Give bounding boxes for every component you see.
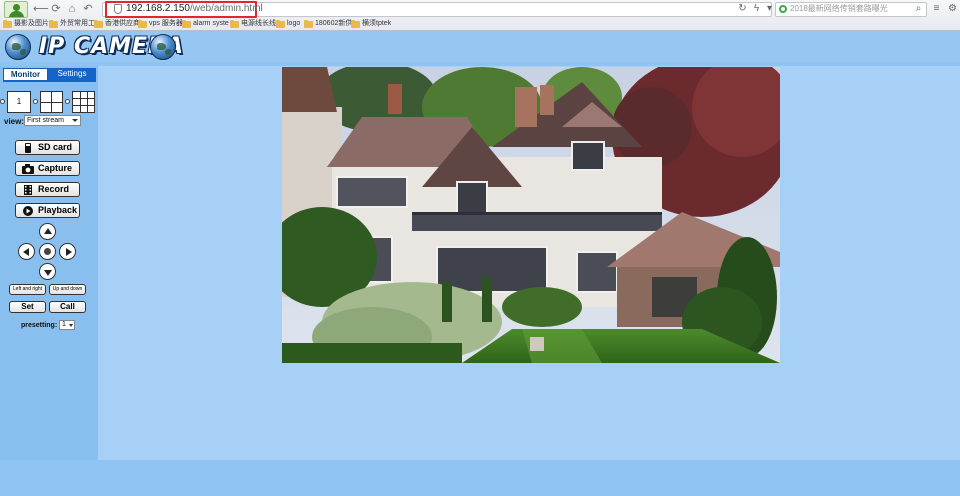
folder-icon (351, 20, 360, 28)
dropdown-arrow-icon[interactable]: ▾ (764, 3, 775, 14)
layout-nine-view[interactable] (72, 91, 95, 113)
folder-icon (3, 20, 12, 28)
arrow-left-icon (23, 248, 29, 256)
layout-quad-view[interactable] (40, 91, 63, 113)
chevron-down-icon (69, 324, 73, 327)
globe-logo-icon (150, 34, 176, 60)
playback-button[interactable]: Playback (15, 203, 80, 218)
bookmark-item[interactable]: 外贸常用工 (49, 19, 95, 29)
address-text[interactable]: 192.168.2.150/web/admin.html (126, 3, 263, 15)
footer-band (0, 460, 960, 496)
preset-call-button[interactable]: Call (49, 301, 86, 313)
ptz-center-button[interactable] (39, 243, 56, 260)
lightning-icon[interactable]: ϟ (751, 3, 762, 14)
bookmark-item[interactable]: 横须tptek (351, 19, 391, 29)
chevron-down-icon (72, 119, 78, 122)
record-label: Record (38, 184, 70, 194)
bookmarks-bar: 摄影及图片 外贸常用工 香港供应商 vps 服务器 alarm syste 电源… (0, 18, 960, 30)
browser-chrome: ⟵ ⟳ ⌂ ↶ 192.168.2.150/web/admin.html ↻ ϟ… (0, 0, 960, 31)
bookmark-item[interactable]: 香港供应商 (94, 19, 140, 29)
bookmark-item[interactable]: 180602新供 (304, 19, 352, 29)
arrow-right-icon (66, 248, 72, 256)
tab-settings[interactable]: Settings (48, 68, 96, 80)
ptz-left-button[interactable] (18, 243, 35, 260)
layout-single-view[interactable]: 1 (7, 91, 31, 113)
arrow-up-icon (44, 228, 52, 234)
folder-icon (230, 20, 239, 28)
sd-card-icon (22, 143, 34, 153)
tab-monitor[interactable]: Monitor (3, 68, 48, 80)
layout-radio-4[interactable] (33, 99, 38, 104)
forward-icon[interactable]: ⟳ (49, 3, 63, 15)
address-host: 192.168.2.150 (126, 3, 190, 14)
refresh-icon[interactable]: ↻ (737, 3, 748, 14)
capture-button[interactable]: Capture (15, 161, 80, 176)
bookmark-item[interactable]: 电源线长线 (230, 19, 276, 29)
camera-image (282, 67, 780, 363)
preset-select-value: 1 (62, 321, 66, 328)
video-feed[interactable] (282, 67, 780, 363)
playback-label: Playback (38, 205, 78, 215)
film-icon (22, 185, 34, 195)
bookmark-item[interactable]: alarm syste (182, 19, 229, 29)
tab-underline (3, 80, 96, 82)
sd-card-button[interactable]: SD card (15, 140, 80, 155)
cruise-left-right-button[interactable]: Left and right (9, 284, 46, 295)
preset-label: presetting: (21, 322, 58, 329)
search-engine-icon (779, 5, 787, 13)
back-icon[interactable]: ⟵ (33, 3, 49, 15)
capture-label: Capture (38, 163, 73, 173)
control-panel: Monitor Settings 1 view: First stream SD… (0, 66, 98, 460)
ptz-right-button[interactable] (59, 243, 76, 260)
folder-icon (94, 20, 103, 28)
ptz-down-button[interactable] (39, 263, 56, 280)
stream-select-value: First stream (27, 117, 64, 124)
shield-icon (114, 4, 122, 14)
folder-icon (49, 20, 58, 28)
layout-radio-1[interactable] (0, 99, 5, 104)
stream-select[interactable]: First stream (24, 115, 81, 126)
ptz-up-button[interactable] (39, 223, 56, 240)
folder-icon (138, 20, 147, 28)
layout-radio-9[interactable] (65, 99, 70, 104)
folder-icon (304, 20, 313, 28)
cruise-up-down-button[interactable]: Up and down (49, 284, 86, 295)
bookmark-item[interactable]: 摄影及图片 (3, 19, 49, 29)
bookmark-item[interactable]: logo (276, 19, 300, 29)
app-header: IP CAMERA (0, 31, 960, 62)
home-icon[interactable]: ⌂ (65, 3, 79, 15)
preset-set-button[interactable]: Set (9, 301, 46, 313)
address-path: /web/admin.html (189, 3, 263, 14)
camera-icon (22, 164, 34, 174)
search-placeholder: 2018最新网络传销套路曝光 (790, 4, 888, 13)
user-avatar-icon[interactable] (4, 1, 28, 18)
sd-card-label: SD card (38, 142, 73, 152)
folder-icon (182, 20, 191, 28)
record-button[interactable]: Record (15, 182, 80, 197)
preset-select[interactable]: 1 (59, 320, 75, 330)
stop-icon (44, 248, 51, 255)
undo-icon[interactable]: ↶ (81, 3, 95, 15)
menu-icon[interactable]: ≡ (931, 3, 942, 14)
play-icon (22, 206, 34, 216)
bookmark-item[interactable]: vps 服务器 (138, 19, 183, 29)
search-icon[interactable]: ⌕ (913, 3, 924, 14)
arrow-down-icon (44, 270, 52, 276)
view-label: view: (4, 117, 25, 126)
folder-icon (276, 20, 285, 28)
globe-logo-icon (5, 34, 31, 60)
layout-single-label: 1 (16, 97, 22, 106)
tools-icon[interactable]: ⚙ (947, 3, 958, 14)
